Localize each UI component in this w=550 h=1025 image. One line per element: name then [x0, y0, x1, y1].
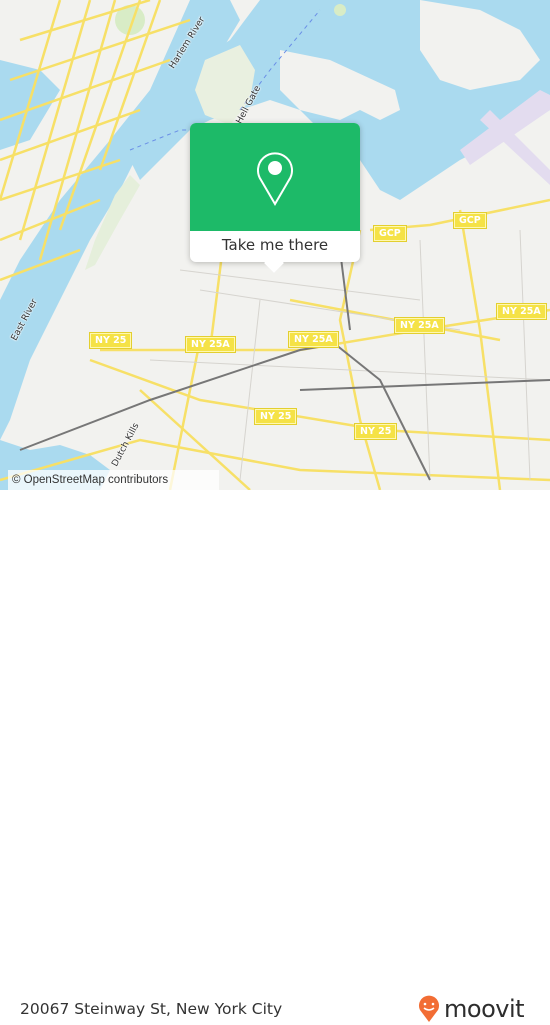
- park: [334, 4, 346, 16]
- railways: [19, 249, 550, 481]
- route-shield: NY 25A: [288, 331, 339, 348]
- footer: 20067 Steinway St, New York City moovit: [0, 490, 550, 1023]
- moovit-smile-pin-icon: [419, 995, 439, 1022]
- moovit-logo: moovit: [418, 993, 525, 1025]
- route-shield: NY 25A: [496, 303, 547, 320]
- take-me-there-button[interactable]: Take me there: [190, 231, 360, 262]
- address-text: 20067 Steinway St, New York City: [20, 1000, 283, 1018]
- brand-name: moovit: [444, 995, 525, 1023]
- map-attribution[interactable]: © OpenStreetMap contributors: [8, 470, 219, 490]
- popup-header: [190, 123, 360, 231]
- location-popup: Take me there: [190, 123, 360, 273]
- route-shield: NY 25: [253, 408, 298, 425]
- map-view[interactable]: Harlem River Hell Gate East River Dutch …: [0, 0, 550, 490]
- route-shield: GCP: [453, 212, 487, 229]
- route-shield: NY 25A: [394, 317, 445, 334]
- route-shield: GCP: [373, 225, 407, 242]
- route-shield: NY 25A: [185, 336, 236, 353]
- route-shield: NY 25: [353, 423, 398, 440]
- route-shield: NY 25: [88, 332, 133, 349]
- location-pin-icon: [257, 152, 293, 206]
